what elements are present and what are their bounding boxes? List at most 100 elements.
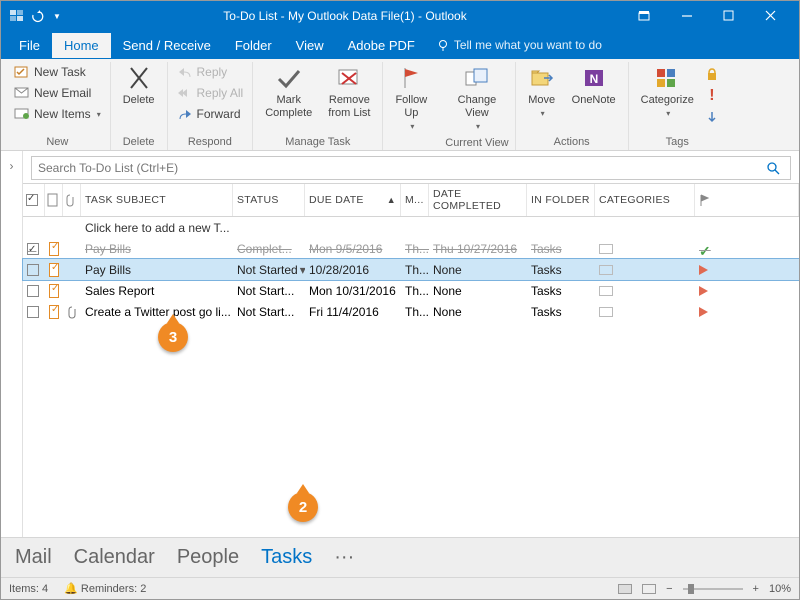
qat-dropdown-icon[interactable]: ▼	[49, 8, 65, 24]
onenote-button[interactable]: NOneNote	[566, 62, 622, 109]
header-subject[interactable]: Task Subject	[81, 184, 233, 216]
change-view-button[interactable]: Change View	[452, 62, 503, 134]
private-icon[interactable]	[704, 66, 720, 82]
reply-button[interactable]: Reply	[174, 62, 247, 82]
view-normal-icon[interactable]	[618, 584, 632, 594]
delete-button[interactable]: Delete	[117, 62, 161, 109]
complete-checkbox[interactable]	[27, 285, 39, 297]
task-row[interactable]: Create a Twitter post go li...Not Start.…	[23, 301, 799, 322]
cell-due: Fri 11/4/2016	[305, 305, 401, 319]
ribbon-group-actions: Move NOneNote Actions	[516, 62, 629, 150]
reply-all-button[interactable]: Reply All	[174, 83, 247, 103]
cell-flag[interactable]	[695, 285, 799, 297]
move-icon	[528, 64, 556, 92]
ribbon-group-delete: Delete Delete	[111, 62, 168, 150]
header-icon[interactable]	[45, 184, 63, 216]
callout-3: 3	[158, 322, 188, 352]
nav-people[interactable]: People	[177, 546, 239, 569]
tab-file[interactable]: File	[7, 33, 52, 58]
tab-home[interactable]: Home	[52, 33, 111, 58]
tab-view[interactable]: View	[284, 33, 336, 58]
search-placeholder: Search To-Do List (Ctrl+E)	[38, 161, 762, 175]
maximize-button[interactable]	[709, 2, 749, 30]
group-label-new: New	[46, 133, 68, 150]
header-flag[interactable]	[695, 184, 799, 216]
status-reminders: 🔔 Reminders: 2	[64, 582, 146, 595]
header-date-completed[interactable]: Date Completed	[429, 184, 527, 216]
complete-checkbox[interactable]	[27, 243, 39, 255]
cell-completed: None	[429, 305, 527, 319]
view-reading-icon[interactable]	[642, 584, 656, 594]
ribbon-group-manage: Mark Complete Remove from List Manage Ta…	[253, 62, 383, 150]
minimize-button[interactable]	[667, 2, 707, 30]
complete-checkbox[interactable]	[27, 264, 39, 276]
zoom-level: 10%	[769, 583, 791, 595]
new-email-button[interactable]: New Email	[11, 83, 104, 103]
header-categories[interactable]: Categories	[595, 184, 695, 216]
close-button[interactable]	[751, 2, 791, 30]
cell-subject: Pay Bills	[81, 242, 233, 256]
onenote-icon: N	[580, 64, 608, 92]
cell-folder: Tasks	[527, 284, 595, 298]
nav-mail[interactable]: Mail	[15, 546, 52, 569]
header-modified[interactable]: M...	[401, 184, 429, 216]
tab-adobe-pdf[interactable]: Adobe PDF	[336, 33, 427, 58]
cell-flag[interactable]	[695, 306, 799, 318]
header-complete[interactable]	[23, 184, 45, 216]
search-icon[interactable]	[762, 161, 784, 175]
task-row[interactable]: Pay BillsNot Started▾10/28/2016Th...None…	[23, 259, 799, 280]
cell-modified: Th...	[401, 242, 429, 256]
low-importance-icon[interactable]	[704, 110, 720, 126]
clip-icon	[65, 193, 75, 207]
search-input[interactable]: Search To-Do List (Ctrl+E)	[31, 156, 791, 180]
group-label-manage: Manage Task	[285, 133, 350, 150]
group-label-delete: Delete	[123, 133, 155, 150]
delete-icon	[125, 64, 153, 92]
high-importance-icon[interactable]: !	[704, 88, 720, 104]
task-row[interactable]: Pay BillsComplet...Mon 9/5/2016Th...Thu …	[23, 238, 799, 259]
cell-category[interactable]	[595, 307, 695, 317]
cell-completed: None	[429, 284, 527, 298]
new-items-button[interactable]: New Items	[11, 104, 104, 124]
tab-folder[interactable]: Folder	[223, 33, 284, 58]
cell-flag[interactable]	[695, 264, 799, 276]
zoom-slider[interactable]	[683, 588, 743, 590]
add-task-row[interactable]: Click here to add a new T...	[23, 217, 799, 238]
group-label-current-view: Current View	[445, 134, 508, 151]
remove-from-list-button[interactable]: Remove from List	[322, 62, 376, 122]
follow-up-button[interactable]: Follow Up	[389, 62, 433, 134]
cell-category[interactable]	[595, 244, 695, 254]
bulb-icon	[437, 39, 449, 51]
undo-icon[interactable]	[29, 8, 45, 24]
nav-calendar[interactable]: Calendar	[74, 546, 155, 569]
attachment-icon	[67, 305, 77, 319]
cell-category[interactable]	[595, 265, 695, 275]
cell-subject: Create a Twitter post go li...	[81, 305, 233, 319]
cell-due: Mon 10/31/2016	[305, 284, 401, 298]
folder-pane-toggle[interactable]: ›	[1, 151, 23, 537]
task-row[interactable]: Sales ReportNot Start...Mon 10/31/2016Th…	[23, 280, 799, 301]
new-task-button[interactable]: New Task	[11, 62, 104, 82]
task-type-icon	[49, 263, 59, 277]
tab-send-receive[interactable]: Send / Receive	[111, 33, 223, 58]
reply-icon	[177, 64, 193, 80]
forward-button[interactable]: Forward	[174, 104, 247, 124]
nav-more[interactable]: ···	[334, 546, 354, 569]
categorize-button[interactable]: Categorize	[635, 62, 700, 121]
cell-completed: Thu 10/27/2016	[429, 242, 527, 256]
cell-folder: Tasks	[527, 263, 595, 277]
reply-all-icon	[177, 85, 193, 101]
callout-2: 2	[288, 492, 318, 522]
tell-me-search[interactable]: Tell me what you want to do	[437, 38, 602, 52]
mark-complete-button[interactable]: Mark Complete	[259, 62, 318, 122]
ribbon-options-icon[interactable]	[625, 2, 665, 30]
header-status[interactable]: Status	[233, 184, 305, 216]
nav-tasks[interactable]: Tasks	[261, 546, 312, 569]
header-due-date[interactable]: Due Date▲	[305, 184, 401, 216]
cell-flag[interactable]	[695, 243, 799, 255]
move-button[interactable]: Move	[522, 62, 562, 121]
header-folder[interactable]: In Folder	[527, 184, 595, 216]
complete-checkbox[interactable]	[27, 306, 39, 318]
cell-category[interactable]	[595, 286, 695, 296]
header-attachment[interactable]	[63, 184, 81, 216]
